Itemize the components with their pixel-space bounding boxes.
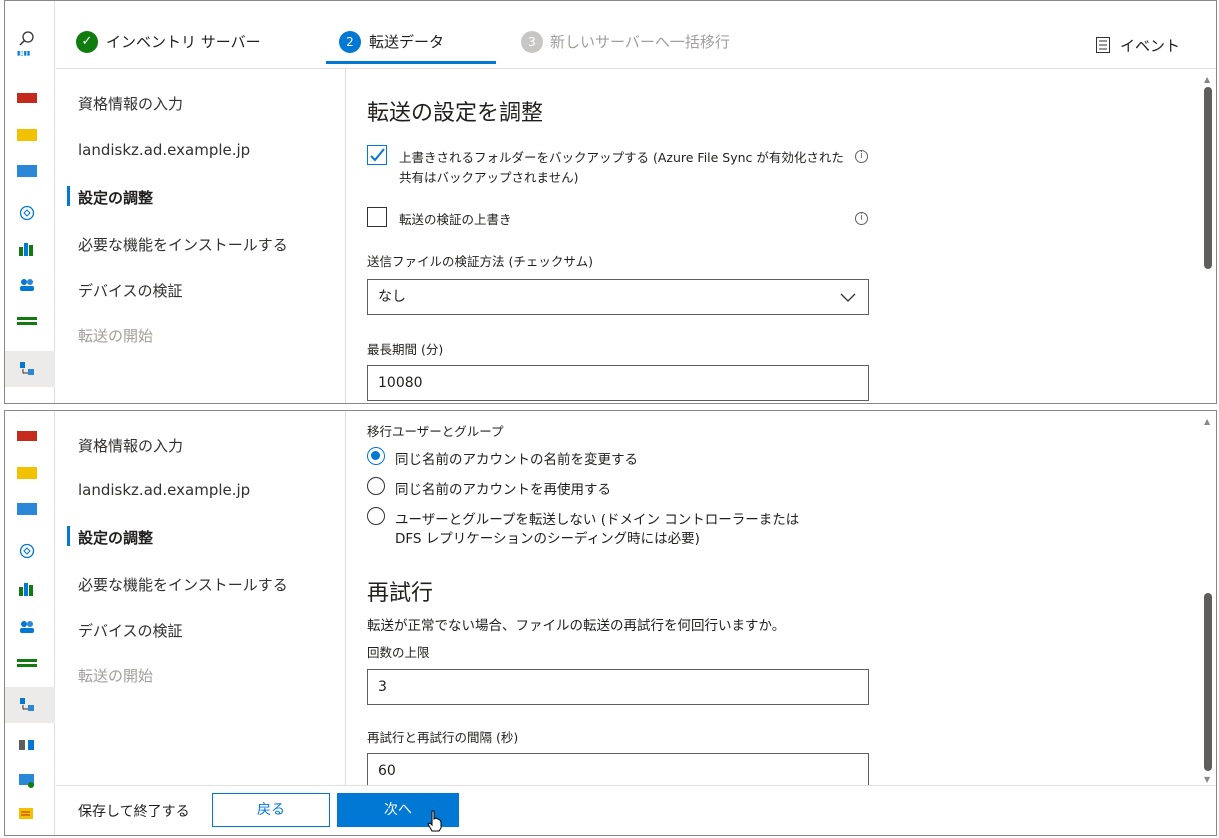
storage-icon[interactable] <box>17 503 37 515</box>
settings-content-top: 転送の設定を調整 上書きされるフォルダーをバックアップする (Azure Fil… <box>347 69 1198 403</box>
backup-checkbox-label-2: 共有はバックアップされません) <box>399 170 579 185</box>
backup-checkbox-label-1: 上書きされるフォルダーをバックアップする (Azure File Sync が有… <box>399 150 844 165</box>
nav-item-adjust-settings[interactable]: 設定の調整 <box>78 527 153 548</box>
checksum-value: なし <box>378 289 406 305</box>
step-2-label[interactable]: 転送データ <box>369 31 444 52</box>
radio-rename-accounts-label: 同じ名前のアカウントの名前を変更する <box>395 452 638 468</box>
users-groups-label: 移行ユーザーとグループ <box>367 424 504 439</box>
checkmark-icon <box>370 148 385 162</box>
all-tools-icon[interactable]: ▮▯▮▮ <box>17 51 37 57</box>
nav-item-start-transfer: 転送の開始 <box>78 667 154 685</box>
scroll-up-arrow-icon[interactable]: ▲ <box>1204 75 1210 84</box>
retry-title: 再試行 <box>367 581 434 606</box>
events-button[interactable]: イベント <box>1120 35 1180 56</box>
radio-no-transfer-label-1: ユーザーとグループを転送しない (ドメイン コントローラーまたは <box>395 512 800 528</box>
step-nav: 資格情報の入力 landiskz.ad.example.jp 設定の調整 必要な… <box>56 69 346 403</box>
max-count-input[interactable]: 3 <box>367 669 869 705</box>
apps-icon[interactable] <box>18 241 36 257</box>
top-panel: ▮▯▮▮ ✓ インベントリ サーバー 2 転送データ 3 新しいサーバーへ一括移… <box>4 0 1217 404</box>
certificate-icon[interactable] <box>18 807 36 823</box>
folder-icon[interactable] <box>17 467 37 479</box>
step-nav-bottom: 資格情報の入力 landiskz.ad.example.jp 設定の調整 必要な… <box>56 411 346 787</box>
backup-checkbox[interactable] <box>367 145 387 165</box>
radio-no-transfer-label-2: DFS レプリケーションのシーディング時には必要) <box>395 531 700 547</box>
nav-item-start-transfer: 転送の開始 <box>78 327 154 345</box>
step-2-number: 2 <box>339 31 361 53</box>
max-duration-label: 最長期間 (分) <box>367 342 444 357</box>
radio-rename-accounts[interactable] <box>367 447 385 465</box>
hand-cursor-icon <box>427 810 442 832</box>
tool-rail-bottom <box>5 411 55 835</box>
migration-icon[interactable] <box>19 697 35 713</box>
nav-item-server[interactable]: landiskz.ad.example.jp <box>78 141 250 159</box>
max-count-label: 回数の上限 <box>367 645 430 660</box>
max-duration-input[interactable]: 10080 <box>367 365 869 401</box>
back-button[interactable]: 戻る <box>212 793 330 827</box>
override-checkbox[interactable] <box>367 207 387 227</box>
bar-icon[interactable] <box>17 659 37 667</box>
settings-content-bottom: 移行ユーザーとグループ 同じ名前のアカウントの名前を変更する 同じ名前のアカウン… <box>347 411 1198 789</box>
bottom-scrollbar[interactable]: ▲ ▼ <box>1200 411 1216 787</box>
nav-item-server[interactable]: landiskz.ad.example.jp <box>78 481 250 499</box>
search-icon[interactable] <box>19 31 35 47</box>
monitor-icon[interactable] <box>18 773 36 789</box>
checksum-label: 送信ファイルの検証方法 (チェックサム) <box>367 254 593 269</box>
cluster-icon[interactable] <box>18 739 36 751</box>
nav-item-credentials[interactable]: 資格情報の入力 <box>78 93 183 114</box>
scroll-down-arrow-icon[interactable]: ▼ <box>1204 775 1210 784</box>
firewall-icon[interactable] <box>17 93 37 103</box>
step-3-number: 3 <box>521 31 543 53</box>
interval-label: 再試行と再試行の間隔 (秒) <box>367 730 519 745</box>
top-scrollbar[interactable]: ▲ <box>1200 69 1216 403</box>
radio-no-transfer[interactable] <box>367 507 385 525</box>
checksum-dropdown[interactable]: なし <box>367 279 869 315</box>
scroll-up-arrow-icon[interactable]: ▲ <box>1204 417 1210 426</box>
active-step-underline <box>326 61 496 64</box>
bottom-panel: 資格情報の入力 landiskz.ad.example.jp 設定の調整 必要な… <box>4 410 1217 836</box>
override-checkbox-label: 転送の検証の上書き <box>399 212 512 227</box>
retry-description: 転送が正常でない場合、ファイルの転送の再試行を何回行いますか。 <box>367 618 786 634</box>
firewall-icon[interactable] <box>17 431 37 441</box>
migration-icon[interactable] <box>19 361 35 377</box>
radio-reuse-accounts[interactable] <box>367 477 385 495</box>
nav-item-install-features[interactable]: 必要な機能をインストールする <box>78 234 288 255</box>
nav-item-validate-devices[interactable]: デバイスの検証 <box>78 620 183 641</box>
save-exit-link[interactable]: 保存して終了する <box>78 801 190 821</box>
nav-item-validate-devices[interactable]: デバイスの検証 <box>78 280 183 301</box>
network-icon[interactable] <box>19 205 35 221</box>
bottom-scroll-thumb[interactable] <box>1204 593 1212 771</box>
step-1-check-icon: ✓ <box>76 31 98 53</box>
step-3-label: 新しいサーバーへ一括移行 <box>550 33 730 51</box>
tool-rail: ▮▯▮▮ <box>5 1 55 403</box>
event-list-icon <box>1096 37 1110 53</box>
chevron-down-icon <box>840 293 856 302</box>
apps-icon[interactable] <box>18 581 36 597</box>
top-scroll-thumb[interactable] <box>1204 87 1212 269</box>
wizard-header: ✓ インベントリ サーバー 2 転送データ 3 新しいサーバーへ一括移行 イベン… <box>56 1 1216 69</box>
folder-icon[interactable] <box>17 129 37 141</box>
bar-icon[interactable] <box>17 317 37 325</box>
nav-item-credentials[interactable]: 資格情報の入力 <box>78 435 183 456</box>
interval-input[interactable]: 60 <box>367 753 869 789</box>
nav-item-adjust-settings[interactable]: 設定の調整 <box>78 187 153 208</box>
storage-icon[interactable] <box>17 165 37 177</box>
step-1-label[interactable]: インベントリ サーバー <box>106 31 261 52</box>
page-title: 転送の設定を調整 <box>367 101 544 126</box>
nav-active-marker <box>67 186 70 206</box>
radio-reuse-accounts-label: 同じ名前のアカウントを再使用する <box>395 482 611 498</box>
nav-item-install-features[interactable]: 必要な機能をインストールする <box>78 574 288 595</box>
nav-active-marker <box>67 526 70 546</box>
network-icon[interactable] <box>19 543 35 559</box>
users-icon[interactable] <box>18 619 36 635</box>
backup-info-icon[interactable]: i <box>855 150 868 163</box>
users-icon[interactable] <box>18 277 36 293</box>
wizard-footer: 保存して終了する 戻る 次へ <box>56 785 1216 835</box>
override-info-icon[interactable]: i <box>855 212 868 225</box>
